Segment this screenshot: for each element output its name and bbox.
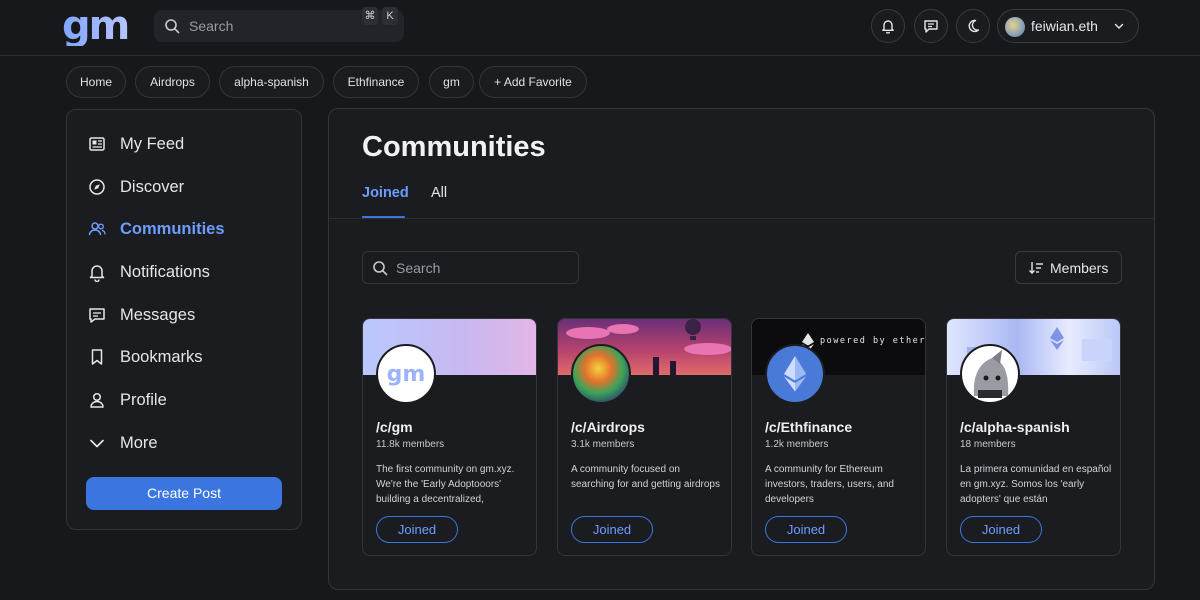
sidebar-item-discover[interactable]: Discover: [85, 169, 285, 205]
tab-joined[interactable]: Joined: [362, 185, 409, 201]
sidebar-item-label: Bookmarks: [120, 347, 203, 366]
community-card-airdrops[interactable]: /c/Airdrops 3.1k members A community foc…: [557, 318, 732, 556]
message-icon: [924, 20, 938, 33]
compass-icon: [89, 179, 105, 195]
favorite-airdrops[interactable]: Airdrops: [135, 66, 210, 98]
tab-all[interactable]: All: [431, 185, 447, 201]
community-members: 3.1k members: [571, 439, 635, 450]
sidebar-item-label: Notifications: [120, 262, 210, 281]
top-bar: gm Search ⌘ K feiwian.eth: [0, 0, 1200, 56]
favorite-alpha-spanish[interactable]: alpha-spanish: [219, 66, 324, 98]
joined-button[interactable]: Joined: [765, 516, 847, 543]
sidebar-item-label: Discover: [120, 177, 185, 196]
favorite-ethfinance[interactable]: Ethfinance: [333, 66, 419, 98]
search-icon: [373, 261, 388, 276]
sidebar-item-messages[interactable]: Messages: [85, 297, 285, 333]
gm-logo-icon: gm: [387, 362, 426, 387]
theme-toggle-button[interactable]: [956, 9, 990, 43]
svg-text:gm: gm: [387, 362, 426, 387]
avatar: [1005, 17, 1025, 37]
page-title: Communities: [362, 131, 546, 163]
bookmark-icon: [91, 349, 103, 365]
community-avatar: [571, 344, 631, 404]
tab-divider: [329, 218, 1154, 219]
community-name[interactable]: /c/alpha-spanish: [960, 419, 1070, 435]
sidebar-item-notifications[interactable]: Notifications: [85, 254, 285, 290]
chevron-down-icon: [90, 439, 104, 448]
search-icon: [165, 19, 180, 34]
joined-button[interactable]: Joined: [960, 516, 1042, 543]
banner-text: powered by ethereum: [820, 336, 926, 346]
community-description: A community for Ethereum investors, trad…: [765, 464, 894, 505]
communities-panel: Communities Joined All Search Members gm…: [328, 108, 1155, 590]
add-favorite-button[interactable]: + Add Favorite: [479, 66, 587, 98]
user-icon: [90, 392, 104, 408]
ethereum-icon: [784, 356, 806, 392]
sidebar-item-more[interactable]: More: [85, 425, 285, 461]
community-card-alpha-spanish[interactable]: /c/alpha-spanish 18 members La primera c…: [946, 318, 1121, 556]
user-name: feiwian.eth: [1031, 18, 1098, 34]
sort-members-button[interactable]: Members: [1015, 251, 1122, 284]
feed-icon: [89, 137, 105, 151]
shortcut-key-k: K: [382, 7, 398, 25]
sort-icon: [1029, 262, 1043, 274]
messages-button[interactable]: [914, 9, 948, 43]
sidebar-item-communities[interactable]: Communities: [85, 211, 285, 247]
community-name[interactable]: /c/Airdrops: [571, 419, 645, 435]
community-card-gm[interactable]: gm /c/gm 11.8k members The first communi…: [362, 318, 537, 556]
sidebar-item-label: More: [120, 433, 158, 452]
joined-button[interactable]: Joined: [376, 516, 458, 543]
sidebar-item-bookmarks[interactable]: Bookmarks: [85, 339, 285, 375]
sort-label: Members: [1050, 260, 1109, 276]
users-icon: [88, 222, 106, 236]
community-members: 1.2k members: [765, 439, 829, 450]
sidebar-item-my-feed[interactable]: My Feed: [85, 126, 285, 162]
community-members: 11.8k members: [376, 439, 445, 450]
bell-icon: [882, 20, 894, 34]
moon-icon: [968, 19, 980, 33]
community-avatar: [765, 344, 825, 404]
community-card-ethfinance[interactable]: powered by ethereum /c/Ethfinance 1.2k m…: [751, 318, 926, 556]
notifications-button[interactable]: [871, 9, 905, 43]
shortcut-key-cmd: ⌘: [362, 7, 378, 25]
sidebar-item-label: Messages: [120, 305, 196, 324]
community-avatar: [960, 344, 1020, 404]
community-avatar: gm: [376, 344, 436, 404]
community-members: 18 members: [960, 439, 1016, 450]
community-description: La primera comunidad en español en gm.xy…: [960, 464, 1112, 505]
community-description: The first community on gm.xyz. We're the…: [376, 464, 515, 505]
community-name[interactable]: /c/gm: [376, 419, 413, 435]
search-placeholder: Search: [189, 18, 234, 34]
sidebar-item-label: Communities: [120, 219, 225, 238]
sidebar-item-profile[interactable]: Profile: [85, 382, 285, 418]
user-menu-button[interactable]: feiwian.eth: [997, 9, 1139, 43]
favorite-home[interactable]: Home: [66, 66, 126, 98]
sidebar-item-label: My Feed: [120, 134, 185, 153]
community-search-input[interactable]: Search: [362, 251, 579, 284]
favorite-gm[interactable]: gm: [429, 66, 474, 98]
gm-logo[interactable]: gm: [62, 6, 130, 46]
message-icon: [89, 308, 105, 323]
bell-icon: [89, 265, 105, 282]
character-avatar-image: [973, 350, 1009, 398]
chevron-down-icon: [1114, 23, 1124, 29]
sidebar: My Feed Discover Communities Notificatio…: [66, 109, 302, 530]
community-description: A community focused on searching for and…: [571, 464, 720, 490]
sidebar-item-label: Profile: [120, 390, 167, 409]
community-name[interactable]: /c/Ethfinance: [765, 419, 852, 435]
joined-button[interactable]: Joined: [571, 516, 653, 543]
create-post-button[interactable]: Create Post: [86, 477, 282, 510]
search-placeholder: Search: [396, 260, 441, 276]
